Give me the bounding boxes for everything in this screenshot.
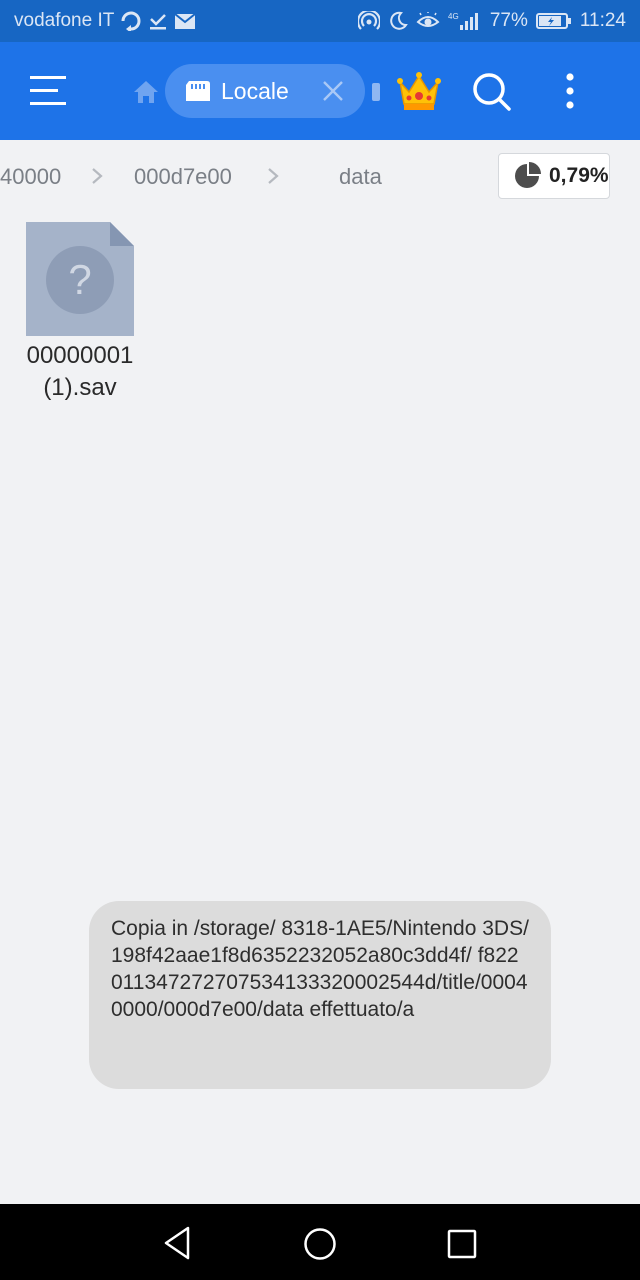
mail-icon	[174, 12, 196, 30]
clock: 11:24	[579, 10, 626, 31]
chevron-right-icon	[92, 168, 103, 184]
eye-comfort-icon	[416, 12, 440, 30]
breadcrumb-item-current[interactable]: data	[339, 164, 382, 190]
more-vertical-icon	[566, 73, 574, 109]
tab-local[interactable]: Locale	[165, 64, 365, 118]
breadcrumb-item[interactable]: 000d7e00	[134, 164, 232, 190]
premium-button[interactable]	[396, 70, 442, 112]
storage-usage-percent: 0,79%	[549, 164, 609, 187]
toast-message: Copia in /storage/ 8318-1AE5/Nintendo 3D…	[89, 901, 551, 1089]
more-options-button[interactable]	[558, 70, 582, 112]
pie-chart-icon	[515, 162, 541, 188]
tab-overflow-indicator	[372, 83, 380, 101]
storage-usage-button[interactable]: 0,79%	[498, 153, 610, 199]
battery-percent: 77%	[489, 10, 528, 31]
sd-card-icon	[186, 81, 210, 101]
home-circle-icon[interactable]	[302, 1226, 338, 1262]
breadcrumb: 40000 000d7e00 data 0,79%	[0, 140, 640, 212]
file-item[interactable]: ? 00000001 (1).sav	[8, 220, 152, 410]
tab-label: Locale	[221, 77, 289, 104]
download-done-icon	[148, 12, 168, 30]
home-icon	[134, 81, 158, 103]
recent-apps-icon[interactable]	[446, 1228, 478, 1260]
hotspot-icon	[357, 11, 380, 31]
data-saver-icon	[120, 11, 142, 31]
search-button[interactable]	[472, 72, 512, 112]
home-button[interactable]	[132, 79, 160, 105]
navigation-bar	[0, 1204, 640, 1280]
crown-icon	[397, 72, 441, 110]
do-not-disturb-moon-icon	[388, 11, 408, 31]
chevron-right-icon	[268, 168, 279, 184]
back-icon[interactable]	[160, 1224, 194, 1262]
breadcrumb-item[interactable]: 40000	[0, 164, 61, 190]
close-icon[interactable]	[321, 79, 345, 103]
file-name: 00000001 (1).sav	[26, 342, 134, 401]
svg-text:4G: 4G	[448, 12, 459, 21]
status-bar: vodafone IT 4G 77% 11:24	[0, 0, 640, 42]
svg-text:?: ?	[68, 256, 91, 303]
menu-button[interactable]	[28, 74, 70, 108]
battery-charging-icon	[535, 12, 572, 30]
hamburger-menu-icon	[30, 76, 66, 105]
signal-icon: 4G	[448, 11, 482, 31]
carrier-name: vodafone IT	[14, 10, 115, 31]
app-bar: Locale	[0, 42, 640, 140]
unknown-file-icon: ?	[26, 222, 134, 336]
search-icon	[473, 73, 511, 111]
